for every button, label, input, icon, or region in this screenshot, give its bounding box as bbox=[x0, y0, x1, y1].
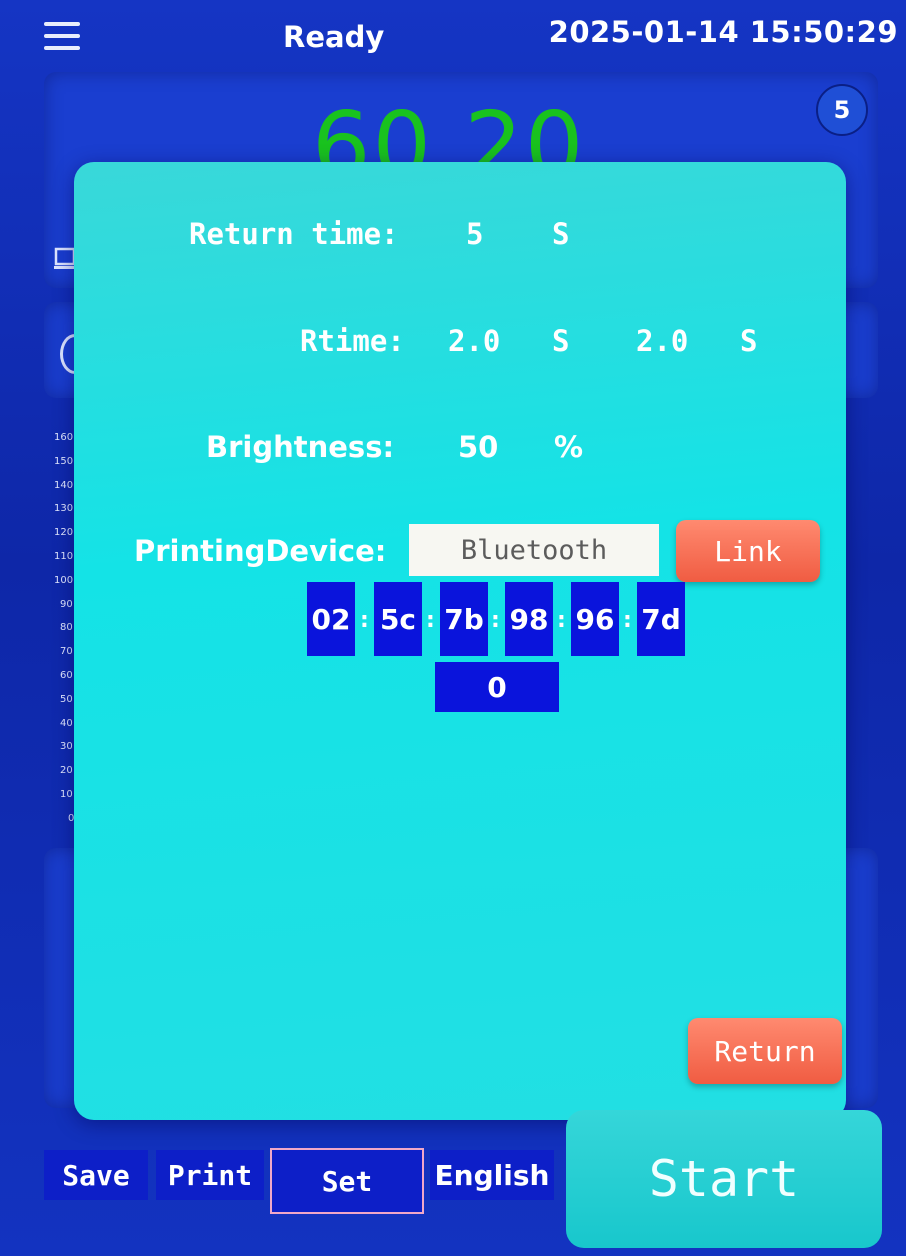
count-badge: 5 bbox=[816, 84, 868, 136]
menu-icon[interactable] bbox=[44, 22, 80, 50]
mac-byte-1[interactable]: 02 bbox=[307, 582, 355, 656]
mac-separator: : bbox=[360, 608, 369, 633]
set-button[interactable]: Set bbox=[270, 1148, 424, 1214]
y-axis-tick: 120 bbox=[54, 527, 74, 539]
mac-separator: : bbox=[623, 608, 632, 633]
save-button[interactable]: Save bbox=[44, 1150, 148, 1200]
y-axis-tick: 50 bbox=[60, 693, 73, 705]
mac-separator: : bbox=[426, 608, 435, 633]
return-time-value[interactable]: 5 bbox=[466, 217, 483, 251]
language-button[interactable]: English bbox=[430, 1150, 554, 1200]
y-axis-tick: 30 bbox=[60, 741, 73, 753]
y-axis-tick: 130 bbox=[54, 503, 74, 515]
y-axis-tick: 70 bbox=[60, 646, 73, 658]
y-axis-tick: 80 bbox=[60, 622, 73, 634]
mac-byte-2[interactable]: 5c bbox=[374, 582, 422, 656]
rtime-value-1[interactable]: 2.0 bbox=[448, 324, 500, 358]
brightness-unit: % bbox=[554, 430, 584, 464]
printing-device-field[interactable]: Bluetooth bbox=[409, 524, 659, 576]
y-axis-tick: 110 bbox=[54, 551, 74, 562]
start-button[interactable]: Start bbox=[566, 1110, 882, 1248]
y-axis-tick: 20 bbox=[60, 765, 73, 777]
y-axis-tick: 60 bbox=[60, 670, 73, 681]
mac-byte-4[interactable]: 98 bbox=[505, 582, 553, 656]
link-button[interactable]: Link bbox=[676, 520, 820, 582]
printing-device-label: PrintingDevice: bbox=[134, 534, 387, 568]
y-axis-tick: 140 bbox=[54, 479, 74, 491]
y-axis-tick: 150 bbox=[54, 455, 74, 467]
return-button[interactable]: Return bbox=[688, 1018, 842, 1084]
datetime-text: 2025-01-14 15:50:29 bbox=[548, 15, 898, 49]
y-axis-tick: 90 bbox=[60, 598, 73, 610]
mac-byte-3[interactable]: 7b bbox=[440, 582, 488, 656]
mac-separator: : bbox=[557, 608, 566, 633]
mac-separator: : bbox=[491, 608, 500, 633]
y-axis-tick: 10 bbox=[60, 789, 73, 800]
y-axis-tick: 160 bbox=[54, 432, 74, 443]
mac-byte-6[interactable]: 7d bbox=[637, 582, 685, 656]
rtime-label: Rtime: bbox=[300, 324, 405, 358]
return-time-unit: S bbox=[552, 217, 570, 251]
mac-byte-5[interactable]: 96 bbox=[571, 582, 619, 656]
return-time-label: Return time: bbox=[189, 217, 399, 251]
brightness-value[interactable]: 50 bbox=[458, 430, 498, 464]
rtime-unit-1: S bbox=[552, 324, 570, 358]
rtime-value-2[interactable]: 2.0 bbox=[636, 324, 688, 358]
device-index-field[interactable]: 0 bbox=[435, 662, 559, 712]
brightness-label: Brightness: bbox=[206, 430, 395, 464]
y-axis-tick: 100 bbox=[54, 574, 74, 586]
print-button[interactable]: Print bbox=[156, 1150, 264, 1200]
rtime-unit-2: S bbox=[740, 324, 758, 358]
header-bar: Ready 2025-01-14 15:50:29 bbox=[0, 0, 906, 70]
y-axis-tick: 40 bbox=[60, 717, 73, 729]
settings-dialog: Return time: 5 S Rtime: 2.0 S 2.0 S Brig… bbox=[74, 162, 846, 1120]
status-text: Ready bbox=[283, 20, 385, 54]
